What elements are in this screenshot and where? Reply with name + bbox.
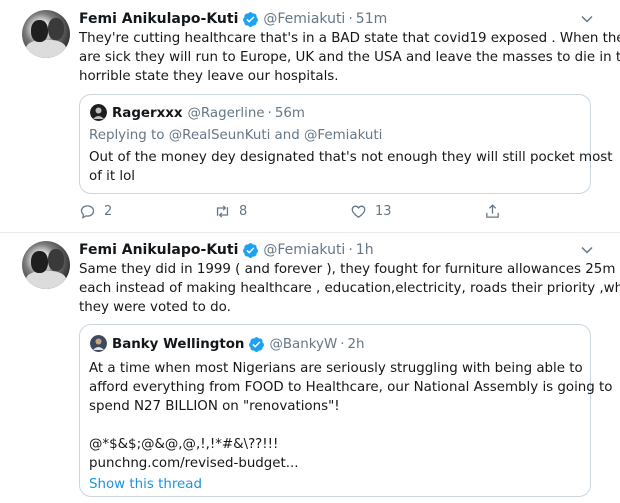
verified-badge-icon	[249, 336, 265, 352]
separator: ·	[348, 242, 353, 258]
tweet-2[interactable]: Femi Anikulapo-Kuti @Femiakuti · 1h Same…	[0, 233, 620, 503]
quoted-text-line: spend N27 BILLION on "renovations"!	[89, 399, 340, 414]
tweet-actions: 2 8 13	[79, 203, 509, 225]
verified-badge-icon	[243, 242, 259, 258]
quoted-text: At a time when most Nigerians are seriou…	[89, 359, 613, 473]
quoted-author-handle: @Ragerline	[187, 105, 265, 121]
share-button[interactable]	[484, 203, 509, 220]
quoted-text-line: @*$&$;@&@,@,!,!*#&\??!!!	[89, 437, 279, 452]
separator: ·	[348, 11, 353, 27]
tweet-text-line: Same they did in 1999 ( and forever ), t…	[79, 262, 616, 277]
like-icon	[351, 205, 366, 218]
share-icon	[486, 204, 499, 218]
tweet-text-line: are sick they will run to Europe, UK and…	[79, 50, 620, 65]
chevron-down-icon[interactable]	[580, 12, 594, 26]
like-count: 13	[375, 204, 392, 219]
show-thread-link[interactable]: Show this thread	[89, 475, 202, 494]
separator: ·	[340, 336, 345, 352]
replying-to: Replying to @RealSeunKuti and @Femiakuti	[89, 128, 383, 143]
tweet-text: They're cutting healthcare that's in a B…	[79, 29, 620, 86]
quoted-author-avatar	[90, 335, 107, 352]
tweet-text-line: they were voted to do.	[79, 300, 231, 315]
reply-button[interactable]: 2	[79, 203, 112, 220]
quoted-text-line: At a time when most Nigerians are seriou…	[89, 361, 583, 376]
verified-badge-icon	[243, 11, 259, 27]
quoted-text: Replying to @RealSeunKuti and @Femiakuti…	[89, 126, 613, 186]
author-avatar[interactable]	[22, 241, 70, 289]
quoted-text-line: of it lol	[89, 169, 136, 184]
quoted-timestamp: 2h	[347, 336, 365, 352]
chevron-down-icon[interactable]	[580, 243, 594, 257]
retweet-count: 8	[239, 204, 248, 219]
tweet-text-line: horrible state they leave our hospitals.	[79, 69, 339, 84]
author-avatar[interactable]	[22, 10, 70, 58]
quoted-tweet[interactable]: Ragerxxx @Ragerline · 56m Replying to @R…	[79, 94, 613, 194]
quoted-text-line: Out of the money dey designated that's n…	[89, 150, 613, 165]
tweet-1[interactable]: Femi Anikulapo-Kuti @Femiakuti · 51m The…	[0, 0, 620, 233]
tweet-header: Femi Anikulapo-Kuti @Femiakuti · 51m	[79, 9, 387, 29]
quoted-author-handle: @BankyW	[269, 336, 338, 352]
like-button[interactable]: 13	[350, 203, 392, 220]
quoted-link[interactable]: punchng.com/revised-budget...	[89, 454, 613, 473]
quoted-tweet[interactable]: Banky Wellington @BankyW · 2h At a time …	[79, 324, 613, 497]
author-name[interactable]: Femi Anikulapo-Kuti	[79, 11, 238, 27]
reply-count: 2	[104, 204, 113, 219]
retweet-button[interactable]: 8	[214, 203, 247, 220]
tweet-text: Same they did in 1999 ( and forever ), t…	[79, 260, 620, 317]
quoted-header: Ragerxxx @Ragerline · 56m	[112, 103, 305, 123]
quoted-header: Banky Wellington @BankyW · 2h	[112, 334, 364, 354]
tweet-text-line: each instead of making healthcare , educ…	[79, 281, 620, 296]
separator: ·	[267, 105, 272, 121]
tweet-text-line: They're cutting healthcare that's in a B…	[79, 31, 620, 46]
author-handle[interactable]: @Femiakuti	[263, 242, 345, 258]
retweet-icon	[216, 205, 229, 218]
quoted-text-line: afford everything from FOOD to Healthcar…	[89, 380, 613, 395]
quoted-author-name: Banky Wellington	[112, 336, 245, 352]
timestamp[interactable]: 51m	[356, 11, 387, 27]
timestamp[interactable]: 1h	[356, 242, 374, 258]
tweet-header: Femi Anikulapo-Kuti @Femiakuti · 1h	[79, 240, 374, 260]
quoted-author-name: Ragerxxx	[112, 105, 183, 121]
quoted-timestamp: 56m	[274, 105, 305, 121]
reply-icon	[80, 205, 95, 219]
author-name[interactable]: Femi Anikulapo-Kuti	[79, 242, 238, 258]
quoted-text-line	[89, 416, 613, 435]
author-handle[interactable]: @Femiakuti	[263, 11, 345, 27]
quoted-author-avatar	[90, 104, 107, 121]
